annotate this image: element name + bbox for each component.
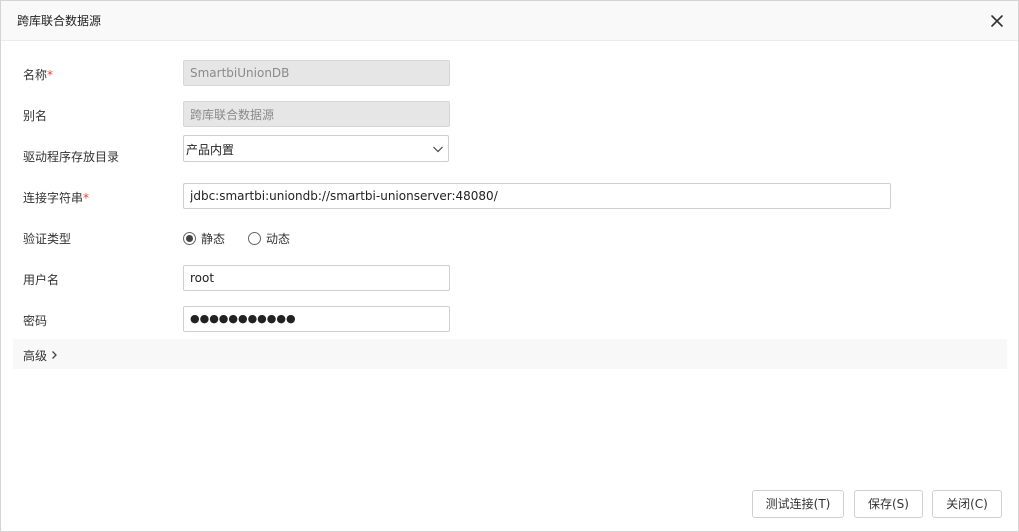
username-input[interactable] (183, 265, 450, 291)
username-label: 用户名 (23, 273, 60, 287)
test-connection-button[interactable]: 测试连接(T) (752, 490, 844, 518)
radio-label: 静态 (201, 232, 226, 246)
required-mark: * (47, 68, 54, 82)
name-label-text: 名称 (23, 68, 48, 82)
chevron-down-icon (432, 143, 444, 155)
radio-checked-icon (183, 232, 196, 245)
password-input[interactable]: ●●●●●●●●●●● (183, 306, 450, 332)
auth-type-static-radio[interactable]: 静态 (183, 230, 225, 247)
dialog-titlebar: 跨库联合数据源 (1, 1, 1018, 41)
driver-dir-select[interactable]: 产品内置 (183, 135, 449, 162)
driver-dir-label: 驱动程序存放目录 (23, 150, 120, 164)
connection-string-label-text: 连接字符串 (23, 191, 84, 205)
radio-label: 动态 (266, 232, 291, 246)
alias-label: 别名 (23, 109, 48, 123)
driver-dir-selected-value: 产品内置 (186, 143, 235, 157)
save-button[interactable]: 保存(S) (854, 490, 923, 518)
required-mark: * (83, 191, 90, 205)
name-input[interactable] (183, 60, 450, 86)
alias-input[interactable] (183, 101, 450, 127)
advanced-toggle[interactable]: 高级 (13, 339, 1007, 369)
advanced-label: 高级 (23, 349, 48, 363)
password-label: 密码 (23, 314, 48, 328)
close-button[interactable]: 关闭(C) (932, 490, 1002, 518)
connection-string-label: 连接字符串* (23, 189, 89, 206)
name-label: 名称* (23, 66, 53, 83)
close-icon[interactable] (987, 11, 1007, 31)
chevron-right-icon (50, 349, 59, 359)
auth-type-dynamic-radio[interactable]: 动态 (248, 230, 290, 247)
dialog: 跨库联合数据源 名称* 别名 驱动程序存放目录 产品内置 连接字符串* 验证类型… (0, 0, 1019, 532)
dialog-title: 跨库联合数据源 (17, 14, 102, 28)
connection-string-input[interactable] (183, 183, 891, 209)
auth-type-label: 验证类型 (23, 232, 72, 246)
radio-unchecked-icon (248, 232, 261, 245)
